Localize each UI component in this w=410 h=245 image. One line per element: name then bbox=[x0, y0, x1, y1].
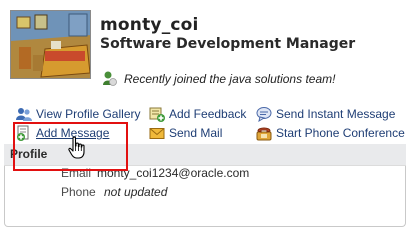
start-phone-conference-link[interactable]: Start Phone Conference bbox=[256, 125, 405, 141]
start-phone-conference-label: Start Phone Conference bbox=[276, 126, 405, 140]
status-message: Recently joined the java solutions team! bbox=[124, 72, 336, 86]
add-feedback-link[interactable]: Add Feedback bbox=[149, 106, 246, 122]
view-profile-gallery-link[interactable]: View Profile Gallery bbox=[16, 106, 140, 122]
user-name: monty_coi bbox=[100, 15, 199, 35]
presence-person-icon bbox=[103, 71, 117, 87]
avatar bbox=[10, 10, 91, 79]
send-mail-label: Send Mail bbox=[169, 126, 223, 140]
phone-icon bbox=[256, 125, 272, 141]
phone-label: Phone bbox=[61, 185, 96, 199]
feedback-icon bbox=[149, 106, 165, 122]
status-row: Recently joined the java solutions team! bbox=[103, 70, 335, 88]
hand-cursor-icon bbox=[67, 136, 87, 160]
send-instant-message-link[interactable]: Send Instant Message bbox=[256, 106, 395, 122]
view-profile-gallery-label: View Profile Gallery bbox=[36, 107, 141, 121]
user-title: Software Development Manager bbox=[100, 36, 356, 52]
envelope-icon bbox=[149, 125, 165, 141]
send-instant-message-label: Send Instant Message bbox=[276, 107, 396, 121]
chat-bubble-icon bbox=[256, 106, 272, 122]
send-mail-link[interactable]: Send Mail bbox=[149, 125, 222, 141]
phone-value: not updated bbox=[104, 185, 168, 199]
people-icon bbox=[16, 106, 32, 122]
add-feedback-label: Add Feedback bbox=[169, 107, 247, 121]
